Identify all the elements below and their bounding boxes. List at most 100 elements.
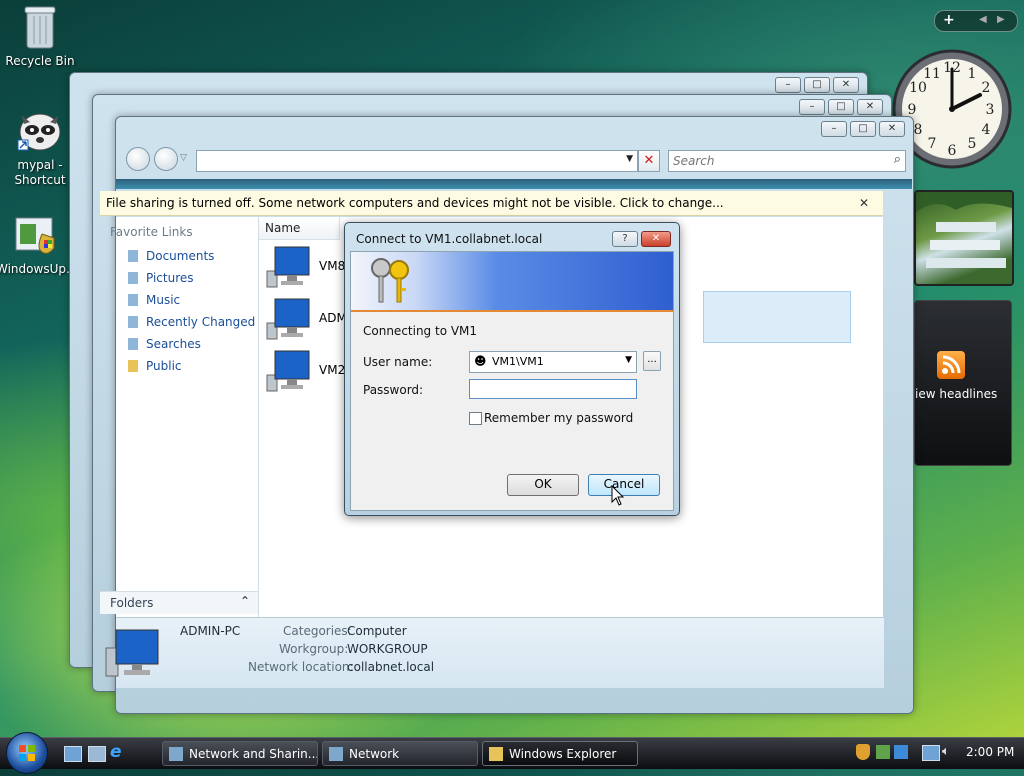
public-folder-icon (128, 360, 138, 372)
svg-text:3: 3 (986, 102, 995, 118)
taskbar-button-label: Windows Explorer (509, 747, 617, 761)
add-gadget-icon[interactable]: + (943, 12, 955, 28)
list-item-label: VM2 (319, 363, 346, 377)
search-icon[interactable]: ⌕ (894, 152, 901, 167)
volume-muted-icon[interactable]: 🔈︎ (942, 744, 950, 759)
windows-logo-icon (19, 745, 35, 761)
music-icon (128, 294, 138, 306)
nav-link-label: Music (146, 293, 181, 307)
nav-link-label: Recently Changed (146, 315, 256, 329)
username-combobox[interactable]: ☻ VM1\VM1 ▼ (469, 351, 637, 373)
tray-app-icon[interactable] (894, 745, 908, 759)
update-status-icon[interactable] (876, 745, 890, 759)
desktop-icon-label: mypal - Shortcut (14, 158, 66, 187)
minimize-button[interactable]: – (775, 77, 801, 93)
sidebar-controls: + ◀ ▶ (934, 10, 1018, 32)
connecting-text: Connecting to VM1 (363, 324, 478, 338)
recently-changed-icon (128, 316, 138, 328)
network-tray-icon[interactable] (922, 745, 940, 761)
maximize-button[interactable]: □ (828, 99, 854, 115)
close-button[interactable]: ✕ (879, 121, 905, 137)
maximize-button[interactable]: □ (850, 121, 876, 137)
nav-link-pictures[interactable]: Pictures (128, 271, 194, 285)
nav-link-documents[interactable]: Documents (128, 249, 214, 263)
recycle-bin-icon (22, 4, 58, 50)
svg-text:4: 4 (982, 122, 991, 138)
computer-icon (266, 298, 310, 340)
list-item[interactable]: VM8 (265, 245, 345, 289)
window-controls: – □ ✕ (821, 121, 905, 137)
forward-button[interactable] (154, 147, 178, 171)
computer-icon (266, 350, 310, 392)
browse-button[interactable]: ... (643, 351, 661, 371)
search-box[interactable]: ⌕ (668, 150, 906, 172)
desktop-icon-label: WindowsUp... (0, 262, 78, 276)
folders-toggle[interactable]: Folders ⌃ (100, 591, 258, 614)
close-infobar-icon[interactable]: ✕ (859, 191, 869, 216)
toolbar-strip (116, 179, 912, 189)
details-name: ADMIN-PC (180, 624, 241, 638)
previous-icon[interactable]: ◀ (979, 14, 987, 25)
taskbar-clock[interactable]: 2:00 PM (966, 745, 1014, 759)
close-button[interactable]: ✕ (857, 99, 883, 115)
ok-button[interactable]: OK (507, 474, 579, 496)
minimize-button[interactable]: – (799, 99, 825, 115)
nav-link-music[interactable]: Music (128, 293, 180, 307)
feed-headlines-gadget[interactable]: iew headlines (914, 300, 1012, 466)
nav-link-public[interactable]: Public (128, 359, 182, 373)
recent-pages-icon[interactable]: ▽ (180, 153, 187, 163)
internet-explorer-icon[interactable]: e (110, 742, 122, 762)
categories-value: Computer (347, 624, 407, 638)
list-item-label: VM8 (319, 259, 346, 273)
maximize-button[interactable]: □ (804, 77, 830, 93)
taskbar-button-network-sharing[interactable]: Network and Sharin... (162, 741, 318, 766)
taskbar-button-label: Network (349, 747, 400, 761)
next-icon[interactable]: ▶ (997, 14, 1005, 25)
pictures-icon (128, 272, 138, 284)
list-item[interactable]: VM2 (265, 349, 345, 393)
network-location-label: Network location: (248, 660, 354, 674)
taskbar: e Network and Sharin... Network Windows … (0, 732, 1024, 774)
username-dropdown-icon[interactable]: ▼ (625, 355, 632, 365)
show-desktop-icon[interactable] (64, 746, 82, 762)
windows-update-icon (14, 216, 58, 258)
svg-text:8: 8 (914, 122, 923, 138)
desktop-icon-windows-update[interactable]: WindowsUp... (0, 216, 78, 277)
file-sharing-infobar[interactable]: File sharing is turned off. Some network… (100, 191, 883, 216)
address-dropdown-icon[interactable]: ▼ (626, 154, 633, 164)
workgroup-label: Workgroup: (279, 642, 349, 656)
remember-password-checkbox[interactable] (469, 412, 482, 425)
slideshow-gadget[interactable] (914, 190, 1014, 286)
desktop-icon-mypal[interactable]: mypal - Shortcut (0, 110, 80, 188)
connect-dialog[interactable]: Connect to VM1.collabnet.local ? ✕ Conne… (344, 222, 680, 516)
security-shield-icon[interactable] (856, 744, 870, 760)
switch-windows-icon[interactable] (88, 746, 106, 762)
dialog-title: Connect to VM1.collabnet.local (356, 232, 543, 246)
column-header-name[interactable]: Name (259, 217, 340, 240)
documents-icon (128, 250, 138, 262)
desktop-icon-recycle-bin[interactable]: Recycle Bin (0, 4, 80, 69)
back-button[interactable] (126, 147, 150, 171)
view-headlines-link[interactable]: iew headlines (915, 387, 997, 401)
help-button[interactable]: ? (612, 231, 638, 247)
taskbar-button-label: Network and Sharin... (189, 747, 318, 761)
taskbar-button-windows-explorer[interactable]: Windows Explorer (482, 741, 638, 766)
minimize-button[interactable]: – (821, 121, 847, 137)
stop-icon[interactable]: ✕ (638, 150, 660, 172)
list-item[interactable]: ADM (265, 297, 347, 341)
taskbar-button-network[interactable]: Network (322, 741, 478, 766)
nav-link-searches[interactable]: Searches (128, 337, 201, 351)
computer-large-icon (105, 629, 159, 677)
svg-text:11: 11 (923, 66, 941, 82)
nav-link-recently-changed[interactable]: Recently Changed (128, 315, 255, 329)
password-input[interactable] (469, 379, 637, 399)
network-icon (329, 747, 343, 761)
dialog-close-button[interactable]: ✕ (641, 231, 671, 247)
searches-icon (128, 338, 138, 350)
address-bar[interactable]: ▼ (196, 150, 638, 172)
favorite-links-header: Favorite Links (110, 225, 193, 239)
nav-link-label: Documents (146, 249, 215, 263)
search-input[interactable] (671, 152, 881, 170)
close-button[interactable]: ✕ (833, 77, 859, 93)
help-label: ? (622, 233, 628, 244)
